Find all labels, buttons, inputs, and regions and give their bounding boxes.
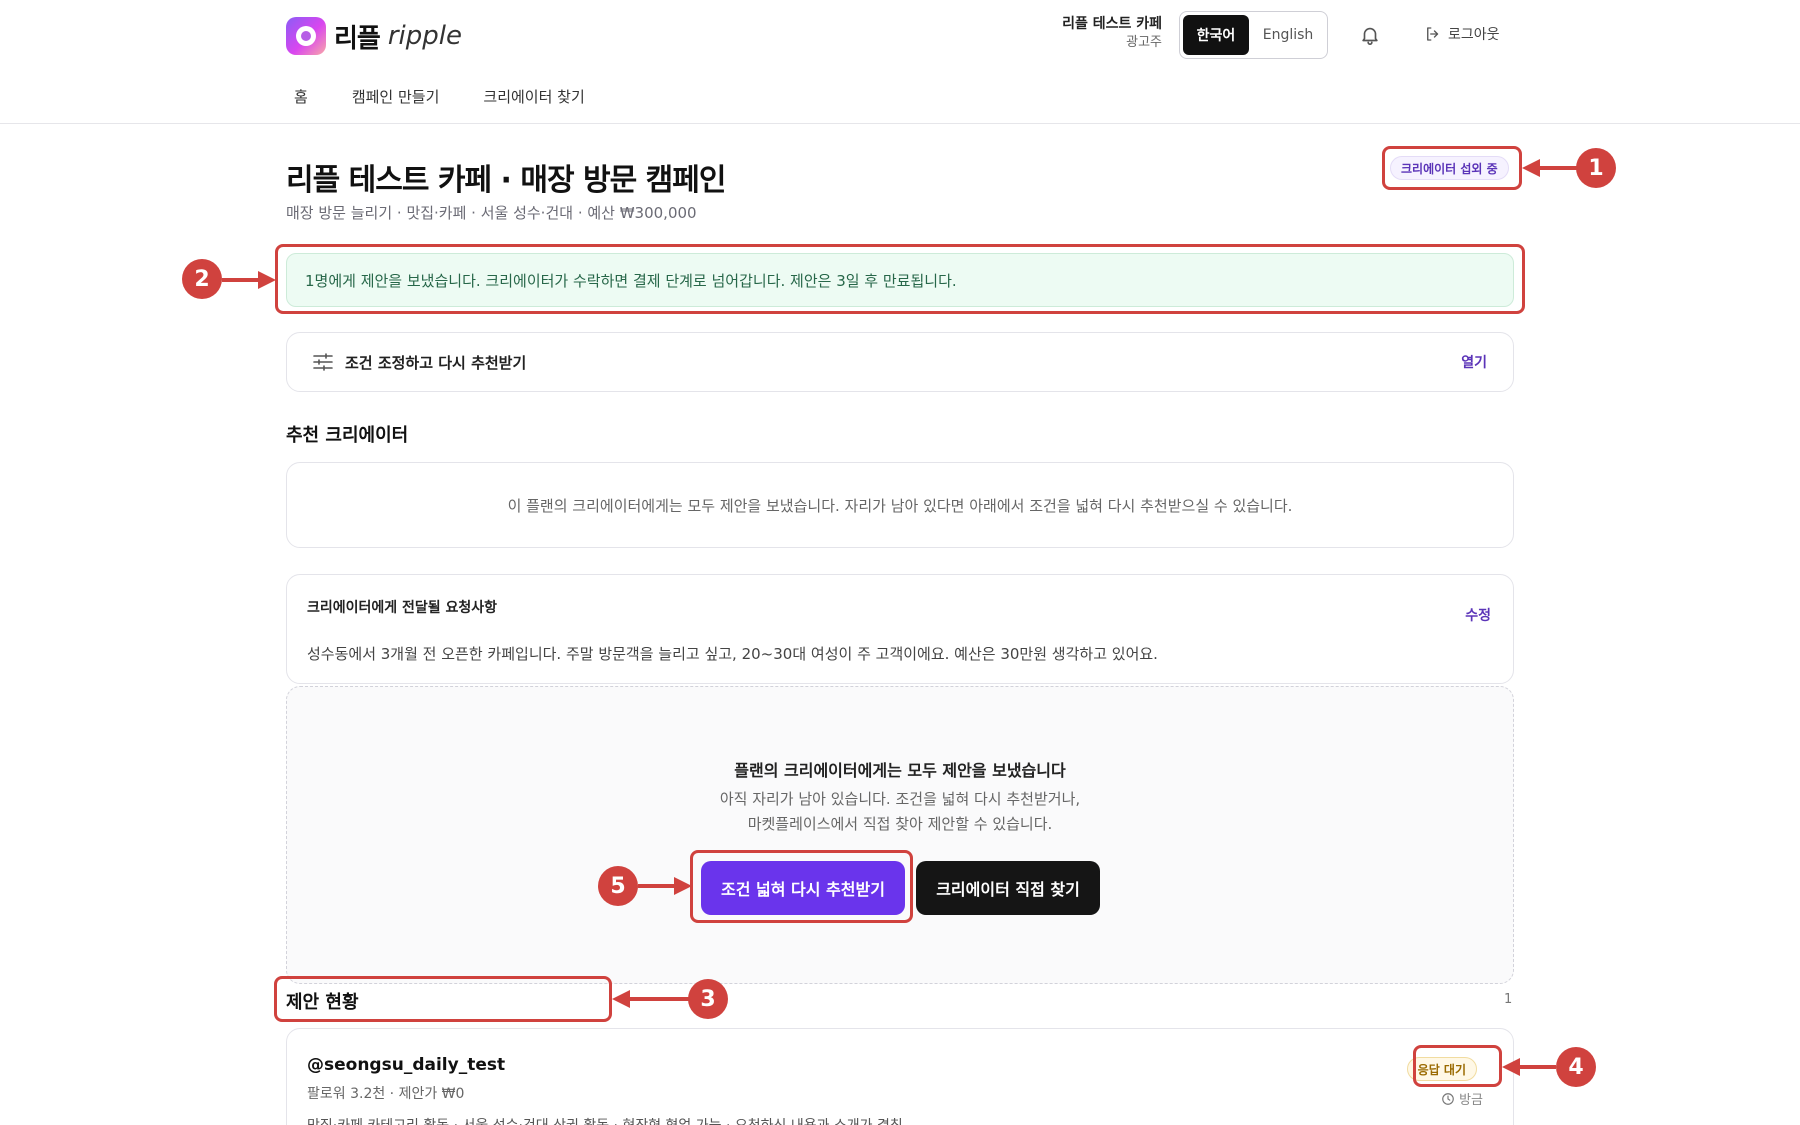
cta-description: 아직 자리가 남아 있습니다. 조건을 넓혀 다시 추천받거나, 마켓플레이스에… [287, 787, 1513, 837]
creator-handle[interactable]: @seongsu_daily_test [307, 1055, 1493, 1075]
logo-text-en: ripple [387, 21, 462, 51]
account-name: 리플 테스트 카페 [1062, 16, 1162, 32]
cta-title: 플랜의 크리에이터에게는 모두 제안을 보냈습니다 [734, 761, 1066, 780]
request-edit-button[interactable]: 수정 [1465, 605, 1491, 625]
main-nav: 홈 캠페인 만들기 크리에이터 찾기 [286, 84, 593, 109]
annotation-highlight-2 [275, 244, 1525, 314]
nav-item-create-campaign[interactable]: 캠페인 만들기 [344, 84, 448, 109]
annotation-marker-3: 3 [688, 979, 728, 1019]
logout-button[interactable]: 로그아웃 [1424, 24, 1500, 44]
logout-label: 로그아웃 [1448, 27, 1500, 43]
logo-text-ko: 리플 [334, 23, 381, 54]
annotation-arrow-2 [222, 271, 276, 289]
nav-item-home[interactable]: 홈 [286, 84, 316, 109]
all-offers-sent-panel: 플랜의 크리에이터에게는 모두 제안을 보냈습니다 아직 자리가 남아 있습니다… [286, 686, 1514, 984]
creator-tags: 맛집·카페 카테고리 활동 · 서울 성수·건대 상권 활동 · 현장형 협업 … [307, 1115, 1493, 1125]
sliders-icon [313, 353, 333, 371]
bell-icon[interactable] [1359, 24, 1381, 46]
annotation-marker-5: 5 [598, 866, 638, 906]
offer-time-label: 방금 [1459, 1093, 1483, 1108]
adjust-open-link[interactable]: 열기 [1461, 352, 1487, 372]
creator-request-card: 크리에이터에게 전달될 요청사항 수정 성수동에서 3개월 전 오픈한 카페입니… [286, 574, 1514, 684]
campaign-subtitle: 매장 방문 늘리기 · 맛집·카페 · 서울 성수·건대 · 예산 ₩300,0… [286, 204, 697, 222]
annotation-highlight-1 [1382, 146, 1522, 190]
request-body: 성수동에서 3개월 전 오픈한 카페입니다. 주말 방문객을 늘리고 싶고, 2… [307, 645, 1158, 663]
request-title: 크리에이터에게 전달될 요청사항 [307, 600, 498, 616]
logout-icon [1427, 27, 1439, 41]
adjust-conditions-panel[interactable]: 조건 조정하고 다시 추천받기 열기 [286, 332, 1514, 392]
account-role: 광고주 [1126, 34, 1162, 50]
logo-icon [286, 17, 326, 55]
annotation-marker-2: 2 [182, 259, 222, 299]
annotation-arrow-5 [638, 877, 692, 895]
creator-meta: 팔로워 3.2천 · 제안가 ₩0 [307, 1086, 465, 1102]
annotation-highlight-5 [690, 850, 913, 923]
language-toggle: 한국어 English [1179, 11, 1328, 59]
lang-english-button[interactable]: English [1253, 15, 1323, 55]
annotation-highlight-4 [1413, 1045, 1502, 1087]
annotation-arrow-3 [612, 990, 690, 1008]
find-creators-button[interactable]: 크리에이터 직접 찾기 [916, 861, 1100, 915]
annotation-arrow-4 [1502, 1058, 1556, 1076]
logo[interactable]: 리플 ripple [286, 17, 462, 55]
offer-time: 방금 [1441, 1089, 1483, 1108]
page-title: 리플 테스트 카페 · 매장 방문 캠페인 [286, 163, 726, 198]
annotation-marker-1: 1 [1576, 148, 1616, 188]
annotation-marker-4: 4 [1556, 1047, 1596, 1087]
recommended-creators-title: 추천 크리에이터 [286, 425, 409, 446]
cta-description-line1: 아직 자리가 남아 있습니다. 조건을 넓혀 다시 추천받거나, [719, 790, 1081, 808]
cta-description-line2: 마켓플레이스에서 직접 찾아 제안할 수 있습니다. [747, 815, 1053, 833]
account-info: 리플 테스트 카페 광고주 [1062, 16, 1162, 50]
annotation-highlight-3 [274, 976, 612, 1022]
offer-card[interactable]: @seongsu_daily_test 팔로워 3.2천 · 제안가 ₩0 맛집… [286, 1028, 1514, 1125]
clock-icon [1442, 1092, 1454, 1105]
top-header: 리플 ripple 리플 테스트 카페 광고주 한국어 English 로그아웃… [0, 0, 1800, 124]
offer-count: 1 [1504, 992, 1513, 1007]
adjust-conditions-label: 조건 조정하고 다시 추천받기 [345, 353, 527, 372]
lang-korean-button[interactable]: 한국어 [1183, 15, 1249, 55]
nav-item-find-creators[interactable]: 크리에이터 찾기 [475, 84, 592, 109]
recommended-empty-state: 이 플랜의 크리에이터에게는 모두 제안을 보냈습니다. 자리가 남아 있다면 … [286, 462, 1514, 548]
